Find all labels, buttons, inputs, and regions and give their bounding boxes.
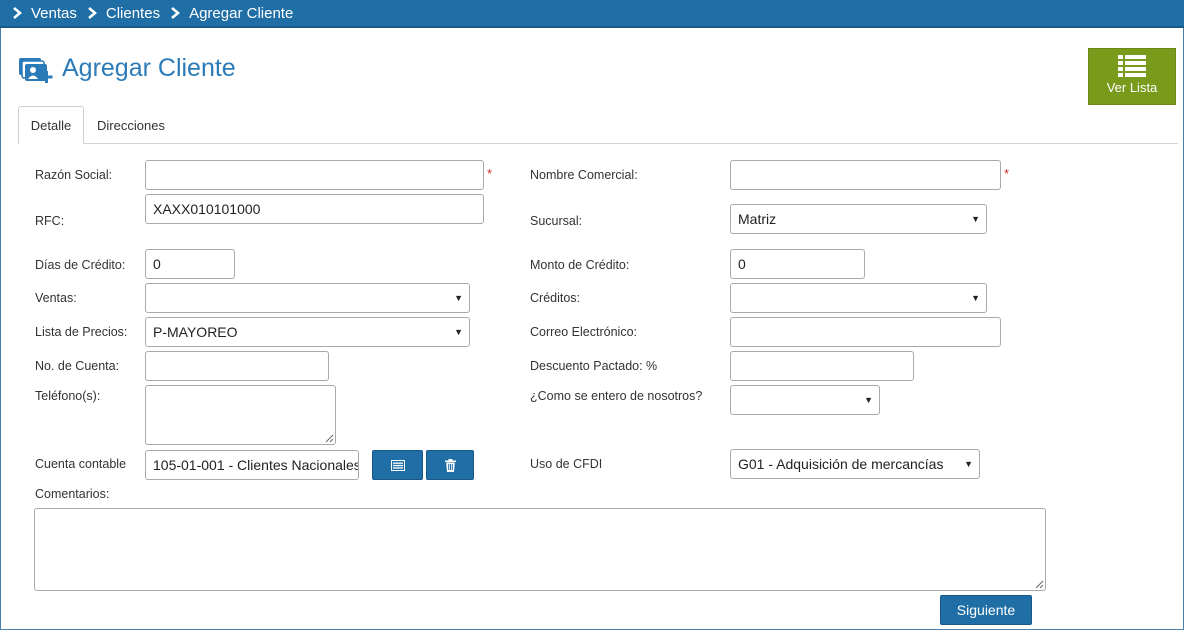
lista-precios-select[interactable]: P-MAYOREO ▼ — [145, 317, 470, 347]
add-user-card-icon — [19, 58, 53, 83]
dropdown-arrow-icon: ▼ — [971, 293, 980, 303]
sucursal-select[interactable]: Matriz ▼ — [730, 204, 987, 234]
required-marker: * — [1004, 166, 1010, 181]
tab-direcciones[interactable]: Direcciones — [88, 106, 174, 144]
comentarios-textarea[interactable] — [34, 508, 1046, 591]
breadcrumb-label: Clientes — [105, 4, 161, 22]
razon-social-input[interactable] — [145, 160, 484, 190]
tabs-divider — [18, 143, 1178, 144]
required-marker: * — [487, 166, 493, 181]
telefonos-label: Teléfono(s): — [35, 389, 101, 403]
nombre-comercial-input[interactable] — [730, 160, 1001, 190]
como-entero-select[interactable]: ▼ — [730, 385, 880, 415]
cuenta-contable-delete-button[interactable] — [426, 450, 474, 480]
dropdown-arrow-icon: ▼ — [971, 214, 980, 224]
ver-lista-button[interactable]: Ver Lista — [1088, 48, 1176, 105]
descuento-label: Descuento Pactado: % — [530, 359, 658, 373]
resize-grip-icon[interactable] — [324, 433, 334, 443]
ventas-label: Ventas: — [35, 291, 77, 305]
telefonos-textarea[interactable] — [145, 385, 336, 445]
correo-input[interactable] — [730, 317, 1001, 347]
dropdown-arrow-icon: ▼ — [454, 327, 463, 337]
list-icon — [1118, 55, 1146, 77]
breadcrumb: Ventas Clientes Agregar Cliente — [0, 0, 1184, 28]
nombre-comercial-label: Nombre Comercial: — [530, 168, 638, 182]
chevron-right-icon — [13, 7, 22, 19]
rfc-input[interactable]: XAXX010101000 — [145, 194, 484, 224]
como-entero-label: ¿Como se entero de nosotros? — [530, 389, 703, 403]
trash-icon — [444, 458, 456, 472]
dias-credito-input[interactable]: 0 — [145, 249, 235, 279]
descuento-input[interactable] — [730, 351, 914, 381]
rfc-label: RFC: — [35, 214, 65, 228]
cuenta-contable-input[interactable]: 105-01-001 - Clientes Nacionales — [145, 450, 359, 480]
uso-cfdi-value: G01 - Adquisición de mercancías — [738, 456, 944, 472]
razon-social-label: Razón Social: — [35, 168, 113, 182]
ventas-select[interactable]: ▼ — [145, 283, 470, 313]
sucursal-label: Sucursal: — [530, 214, 583, 228]
dropdown-arrow-icon: ▼ — [454, 293, 463, 303]
creditos-select[interactable]: ▼ — [730, 283, 987, 313]
uso-cfdi-label: Uso de CFDI — [530, 457, 603, 471]
breadcrumb-label: Agregar Cliente — [189, 4, 294, 22]
page-title: Agregar Cliente — [62, 54, 236, 82]
resize-grip-icon[interactable] — [1034, 579, 1044, 589]
monto-credito-label: Monto de Crédito: — [530, 258, 630, 272]
breadcrumb-label: Ventas — [31, 4, 77, 22]
no-cuenta-input[interactable] — [145, 351, 329, 381]
breadcrumb-item-ventas[interactable]: Ventas — [12, 5, 87, 22]
list-icon — [390, 459, 405, 471]
ver-lista-label: Ver Lista — [1106, 80, 1158, 95]
breadcrumb-item-clientes[interactable]: Clientes — [87, 5, 170, 22]
correo-label: Correo Electrónico: — [530, 325, 637, 339]
monto-credito-input[interactable]: 0 — [730, 249, 865, 279]
siguiente-button[interactable]: Siguiente — [940, 595, 1032, 625]
cuenta-contable-list-button[interactable] — [372, 450, 423, 480]
dropdown-arrow-icon: ▼ — [864, 395, 873, 405]
dias-credito-label: Días de Crédito: — [35, 258, 126, 272]
lista-precios-label: Lista de Precios: — [35, 325, 128, 339]
uso-cfdi-select[interactable]: G01 - Adquisición de mercancías ▼ — [730, 449, 980, 479]
creditos-label: Créditos: — [530, 291, 581, 305]
lista-precios-value: P-MAYOREO — [153, 324, 238, 340]
tab-detalle[interactable]: Detalle — [18, 106, 84, 144]
chevron-right-icon — [88, 7, 97, 19]
dropdown-arrow-icon: ▼ — [964, 459, 973, 469]
cuenta-contable-label: Cuenta contable — [35, 457, 127, 471]
sucursal-value: Matriz — [738, 211, 777, 227]
chevron-right-icon — [171, 7, 181, 19]
breadcrumb-item-agregar-cliente: Agregar Cliente — [170, 5, 303, 22]
no-cuenta-label: No. de Cuenta: — [35, 359, 120, 373]
comentarios-label: Comentarios: — [35, 487, 110, 501]
